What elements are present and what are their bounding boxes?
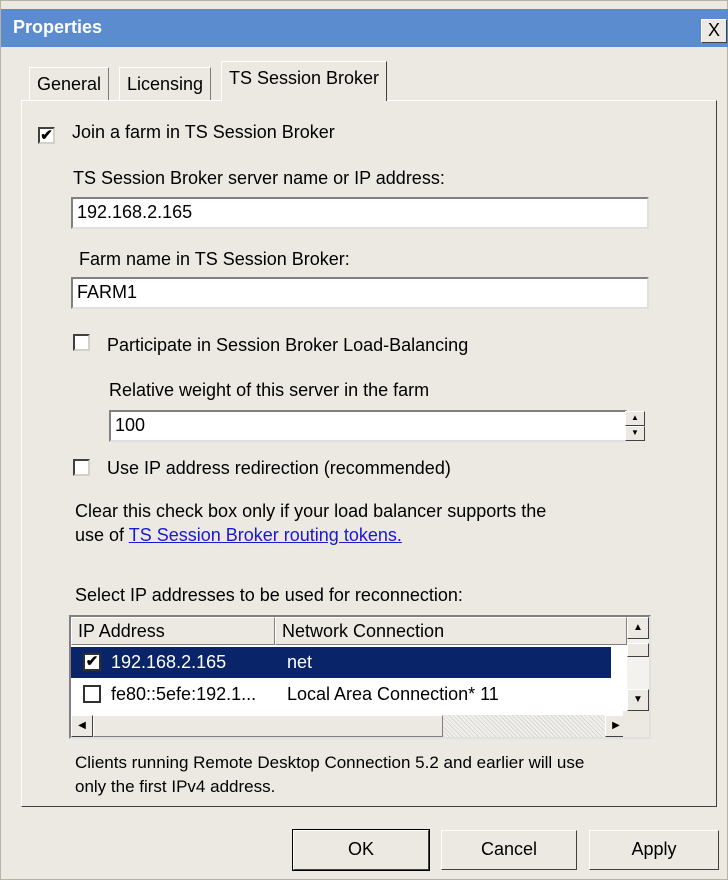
arrow-down-icon[interactable]: ▼ [627,689,649,711]
table-row[interactable]: ✔ 192.168.2.165 net [71,647,611,678]
cancel-button[interactable]: Cancel [441,830,577,870]
vertical-scrollbar[interactable]: ▲ ▼ [627,617,649,713]
row-ip-address: fe80::5efe:192.1... [111,684,257,704]
checkmark-icon: ✔ [40,127,53,144]
arrow-left-icon[interactable]: ◀ [71,715,93,737]
arrow-down-icon[interactable]: ▼ [625,426,645,441]
join-farm-label: Join a farm in TS Session Broker [72,122,335,142]
ip-redirection-checkbox[interactable] [73,459,90,476]
row-checkbox[interactable] [83,685,101,703]
tab-ts-session-broker[interactable]: TS Session Broker [221,61,388,101]
routing-tokens-link[interactable]: TS Session Broker routing tokens. [129,525,402,545]
ip-redirection-label: Use IP address redirection (recommended) [107,458,451,478]
weight-spinner[interactable]: ▲ ▼ [625,411,645,441]
redirection-note-line1: Clear this check box only if your load b… [75,501,547,521]
properties-dialog: Properties X General Licensing TS Sessio… [0,0,728,880]
title-bar[interactable]: Properties X [1,9,728,47]
apply-button[interactable]: Apply [589,830,719,870]
weight-input[interactable]: 100 [109,410,627,442]
server-label: TS Session Broker server name or IP addr… [73,168,445,188]
column-header-ip-address[interactable]: IP Address [71,617,275,645]
redirection-note-line2: use of TS Session Broker routing tokens. [75,525,402,546]
arrow-up-icon[interactable]: ▲ [627,617,649,639]
row-checkbox[interactable]: ✔ [83,653,101,671]
scroll-thumb[interactable] [93,715,443,737]
weight-label: Relative weight of this server in the fa… [109,380,430,400]
redirection-note-prefix: use of [75,525,129,545]
tab-licensing[interactable]: Licensing [119,67,212,100]
ip-address-list[interactable]: IP Address Network Connection ✔ 192.168.… [69,615,651,739]
farm-name-input[interactable]: FARM1 [71,277,649,309]
row-network-connection: Local Area Connection* 11 [287,684,499,704]
arrow-up-icon[interactable]: ▲ [625,411,645,426]
footer-note-line2: only the first IPv4 address. [75,777,276,796]
load-balancing-label: Participate in Session Broker Load-Balan… [107,335,469,355]
load-balancing-checkbox[interactable] [73,334,90,351]
column-header-network-connection[interactable]: Network Connection [275,617,627,645]
horizontal-scrollbar[interactable]: ◀ ▶ [71,715,627,737]
tab-general[interactable]: General [29,67,110,100]
table-row[interactable]: fe80::5efe:192.1... Local Area Connectio… [71,679,611,710]
checkmark-icon: ✔ [85,653,99,670]
close-icon[interactable]: X [701,19,727,43]
farm-name-label: Farm name in TS Session Broker: [79,249,350,269]
join-farm-checkbox[interactable]: ✔ [38,127,55,144]
ip-list-label: Select IP addresses to be used for recon… [75,585,463,605]
scroll-thumb[interactable] [627,643,649,657]
row-ip-address: 192.168.2.165 [111,652,227,672]
window-title: Properties [13,17,103,37]
ok-button[interactable]: OK [292,829,430,871]
server-input[interactable]: 192.168.2.165 [71,197,649,229]
footer-note-line1: Clients running Remote Desktop Connectio… [75,753,585,772]
scrollbar-corner [623,711,649,737]
row-network-connection: net [287,652,313,672]
